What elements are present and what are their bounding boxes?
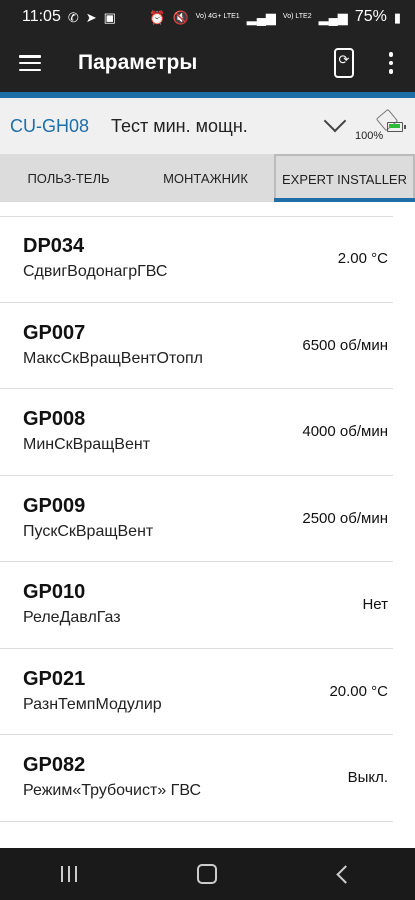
- parameter-name: Режим«Трубочист» ГВС: [23, 782, 202, 800]
- parameter-code: GP009: [23, 494, 86, 517]
- more-options-button[interactable]: [379, 43, 403, 83]
- chevron-down-icon[interactable]: [323, 109, 347, 133]
- parameter-row[interactable]: GP021 РазнТемпМодулир 20.00 °C: [0, 649, 393, 735]
- lte2-indicator: Vo) LTE2: [282, 13, 312, 20]
- hamburger-icon: [19, 55, 41, 71]
- refresh-device-button[interactable]: ⟳: [331, 46, 357, 80]
- device-battery: 100%: [355, 108, 407, 144]
- parameter-name: ПускСкВращВент: [23, 522, 154, 540]
- parameter-code: GP007: [23, 321, 86, 344]
- back-button[interactable]: [306, 848, 386, 900]
- alarm-icon: ⏰: [149, 9, 166, 25]
- page-title: Параметры: [78, 51, 198, 74]
- parameter-row[interactable]: GP082 Режим«Трубочист» ГВС Выкл.: [0, 735, 393, 822]
- home-button[interactable]: [167, 848, 247, 900]
- status-bar: 11:05 ✆ ➤ ▣ ⏰ 🔇 Vo) 4G+ LTE1 ▂▄▆ Vo) LTE…: [0, 0, 415, 34]
- home-icon: [197, 864, 218, 884]
- parameter-row[interactable]: GP007 МаксСкВращВентОтопл 6500 об/мин: [0, 303, 393, 389]
- device-selector[interactable]: CU-GH08 Тест мин. мощн. 100%: [0, 98, 415, 154]
- status-time: 11:05: [22, 8, 61, 25]
- battery-fill: [389, 124, 400, 128]
- parameter-value: 4000 об/мин: [302, 423, 388, 441]
- battery-icon: ▮: [393, 9, 401, 25]
- tab-expert-installer[interactable]: EXPERT INSTALLER: [274, 154, 415, 202]
- tab-bar: ПОЛЬЗ-ТЕЛЬ МОНТАЖНИК EXPERT INSTALLER: [0, 154, 415, 202]
- parameter-name: РазнТемпМодулир: [23, 695, 162, 713]
- refresh-icon: ⟳: [338, 52, 350, 67]
- menu-button[interactable]: [0, 34, 60, 92]
- parameter-code: GP010: [23, 581, 86, 604]
- parameter-name: МинСкВращВент: [23, 436, 151, 454]
- parameter-code: DP034: [23, 235, 85, 258]
- parameter-row[interactable]: DP034 СдвигВодонагрГВС 2.00 °C: [0, 216, 393, 303]
- device-battery-percent: 100%: [355, 130, 384, 142]
- parameter-row[interactable]: GP010 РелеДавлГаз Нет: [0, 562, 393, 649]
- parameter-value: 20.00 °C: [329, 682, 388, 700]
- lte1-indicator: Vo) 4G+ LTE1: [195, 13, 240, 20]
- back-icon: [336, 864, 356, 884]
- system-nav-bar: [0, 848, 415, 900]
- parameter-value: 6500 об/мин: [302, 336, 388, 354]
- parameter-row[interactable]: GP009 ПускСкВращВент 2500 об/мин: [0, 476, 393, 562]
- parameter-row[interactable]: GP008 МинСкВращВент 4000 об/мин: [0, 389, 393, 476]
- gallery-icon: ▣: [103, 9, 116, 25]
- parameter-value: 2.00 °C: [337, 250, 388, 268]
- signal-icon-2: ▂▄▆: [318, 9, 348, 25]
- parameter-code: GP008: [23, 408, 86, 431]
- parameter-code: GP021: [23, 667, 86, 690]
- parameter-name: РелеДавлГаз: [23, 609, 121, 627]
- parameter-name: МаксСкВращВентОтопл: [23, 349, 203, 367]
- mute-icon: 🔇: [172, 9, 189, 25]
- call-forward-icon: ✆: [67, 9, 79, 25]
- recents-icon: [61, 866, 78, 882]
- parameter-code: GP082: [23, 754, 86, 777]
- tab-installer[interactable]: МОНТАЖНИК: [137, 154, 274, 202]
- device-name: Тест мин. мощн.: [111, 115, 248, 136]
- parameter-value: 2500 об/мин: [302, 509, 388, 527]
- recents-button[interactable]: [29, 848, 109, 900]
- battery-percent-status: 75%: [354, 8, 387, 25]
- app-bar: Параметры ⟳: [0, 34, 415, 92]
- signal-icon: ▂▄▆: [246, 9, 276, 25]
- parameter-value: Выкл.: [347, 769, 388, 787]
- parameter-name: СдвигВодонагрГВС: [23, 263, 168, 281]
- parameter-list: DP034 СдвигВодонагрГВС 2.00 °C GP007 Мак…: [0, 216, 415, 822]
- telegram-icon: ➤: [85, 9, 97, 25]
- battery-icon-device: [387, 122, 406, 132]
- tab-user[interactable]: ПОЛЬЗ-ТЕЛЬ: [0, 154, 137, 202]
- parameter-value: Нет: [362, 596, 388, 614]
- device-code: CU-GH08: [10, 115, 90, 136]
